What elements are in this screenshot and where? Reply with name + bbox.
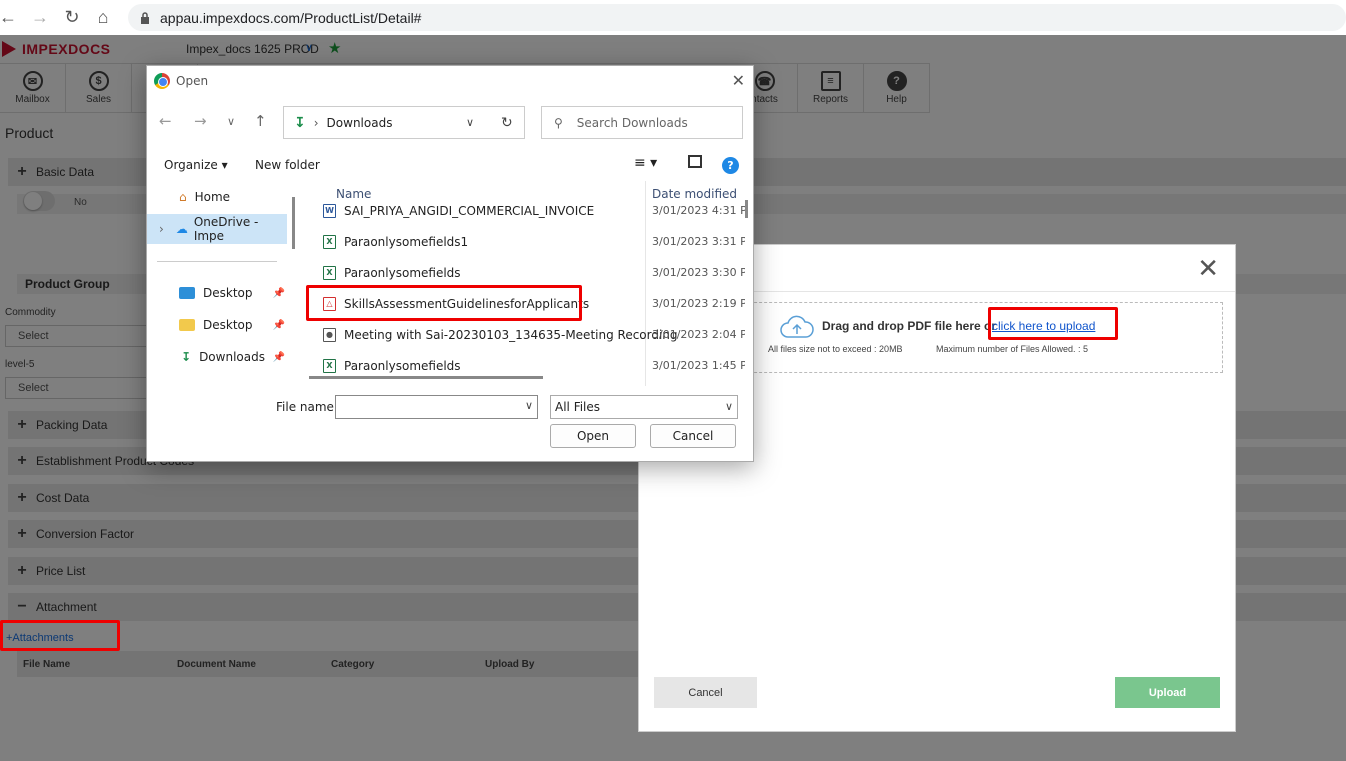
excel-file-icon: X xyxy=(323,234,336,249)
close-icon[interactable]: ✕ xyxy=(1197,255,1219,281)
file-list: Name Date modified W SAI_PRIYA_ANGIDI_COM… xyxy=(305,181,745,386)
forward-icon[interactable]: → xyxy=(26,3,54,31)
desktop-icon xyxy=(179,287,195,299)
modal-cancel-button[interactable]: Cancel xyxy=(654,677,757,708)
navigation-pane: ⌂ Home › ☁ OneDrive - Impe Desktop 📌 Desktop… xyxy=(147,181,295,386)
new-folder-button[interactable]: New folder xyxy=(255,158,320,172)
nav-scrollbar[interactable] xyxy=(292,197,295,249)
file-row[interactable]: X Paraonlysomefields1 3/01/2023 3:31 P xyxy=(305,226,745,257)
address-bar[interactable]: appau.impexdocs.com/ProductList/Detail# xyxy=(128,4,1346,31)
forward-arrow-icon[interactable]: → xyxy=(194,112,207,130)
file-name-label: File name: xyxy=(276,400,338,414)
drop-text: Drag and drop PDF file here or xyxy=(822,319,997,333)
path-box[interactable]: ↧ › Downloads ∨ ↻ xyxy=(283,106,525,139)
chrome-icon xyxy=(154,73,170,89)
view-list-icon[interactable]: ≡ ▾ xyxy=(634,155,657,171)
home-icon: ⌂ xyxy=(179,190,187,204)
browser-toolbar: ← → ↻ ⌂ appau.impexdocs.com/ProductList/… xyxy=(0,0,1346,35)
recent-dropdown-icon[interactable]: ∨ xyxy=(227,115,235,128)
nav-desktop[interactable]: Desktop 📌 xyxy=(147,278,287,308)
excel-file-icon: X xyxy=(323,358,336,373)
refresh-icon[interactable]: ↻ xyxy=(501,115,513,131)
folder-icon xyxy=(179,319,195,331)
file-row[interactable]: X Paraonlysomefields 3/01/2023 3:30 P xyxy=(305,257,745,288)
video-file-icon: ● xyxy=(323,327,336,342)
open-button[interactable]: Open xyxy=(550,424,636,448)
file-row[interactable]: ● Meeting with Sai-20230103_134635-Meetin… xyxy=(305,319,745,350)
chevron-down-icon: ∨ xyxy=(724,400,733,413)
downloads-icon: ↧ xyxy=(181,350,192,364)
size-note: All files size not to exceed : 20MB xyxy=(768,344,903,354)
url-text: appau.impexdocs.com/ProductList/Detail# xyxy=(160,9,422,26)
nav-desktop-folder[interactable]: Desktop 📌 xyxy=(147,310,287,340)
preview-pane-icon[interactable] xyxy=(688,155,702,168)
horizontal-scrollbar[interactable] xyxy=(309,376,543,379)
nav-onedrive[interactable]: › ☁ OneDrive - Impe xyxy=(147,214,287,244)
download-icon: ↧ xyxy=(294,114,306,131)
close-icon[interactable]: ✕ xyxy=(732,71,745,90)
cloud-upload-icon xyxy=(780,315,814,338)
nav-downloads[interactable]: ↧ Downloads 📌 xyxy=(147,342,287,372)
modal-upload-button[interactable]: Upload xyxy=(1115,677,1220,708)
back-icon[interactable]: ← xyxy=(0,3,22,31)
max-files-note: Maximum number of Files Allowed. : 5 xyxy=(936,344,1089,354)
excel-file-icon: X xyxy=(323,265,336,280)
open-file-dialog: Open ✕ ← → ∨ ↑ ↧ › Downloads ∨ ↻ ⚲ Searc… xyxy=(146,65,754,462)
nav-home[interactable]: ⌂ Home xyxy=(147,182,287,212)
search-input[interactable]: ⚲ Search Downloads xyxy=(541,106,743,139)
pin-icon: 📌 xyxy=(272,351,285,363)
search-icon: ⚲ xyxy=(554,115,563,130)
highlight-selected-file xyxy=(306,285,582,321)
vertical-scrollbar[interactable] xyxy=(745,200,748,218)
dialog-title: Open xyxy=(176,74,209,88)
file-row[interactable]: W SAI_PRIYA_ANGIDI_COMMERCIAL_INVOICE 3/01… xyxy=(305,195,745,226)
path-text: Downloads xyxy=(326,115,393,130)
back-arrow-icon[interactable]: ← xyxy=(159,112,172,130)
chevron-down-icon[interactable]: ∨ xyxy=(466,116,474,129)
home-icon[interactable]: ⌂ xyxy=(89,3,117,31)
chevron-down-icon[interactable]: ∨ xyxy=(525,399,533,412)
up-arrow-icon[interactable]: ↑ xyxy=(254,112,267,130)
dropzone[interactable]: Drag and drop PDF file here or click her… xyxy=(699,302,1223,373)
file-type-select[interactable]: All Files ∨ xyxy=(550,395,738,419)
pin-icon: 📌 xyxy=(272,319,285,331)
help-icon[interactable]: ? xyxy=(722,157,739,174)
highlight-attachments-link xyxy=(0,620,120,651)
reload-icon[interactable]: ↻ xyxy=(58,3,86,31)
highlight-upload-link xyxy=(988,307,1118,340)
cancel-button[interactable]: Cancel xyxy=(650,424,736,448)
pin-icon: 📌 xyxy=(272,287,285,299)
word-file-icon: W xyxy=(323,203,336,218)
file-name-input[interactable]: ∨ xyxy=(335,395,538,419)
organize-button[interactable]: Organize ▾ xyxy=(164,158,228,172)
onedrive-icon: ☁ xyxy=(175,222,188,236)
lock-icon xyxy=(141,11,149,24)
